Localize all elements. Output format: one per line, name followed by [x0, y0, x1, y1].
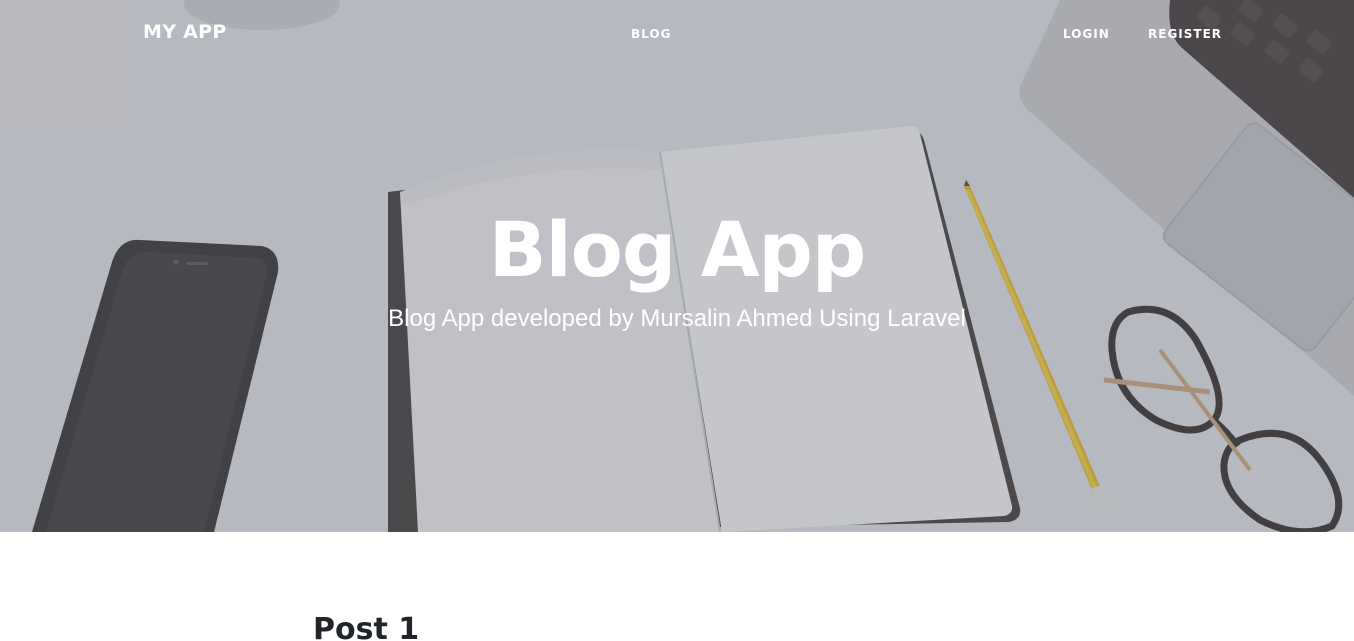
- nav-link-register[interactable]: REGISTER: [1148, 27, 1222, 41]
- nav-link-login[interactable]: LOGIN: [1063, 27, 1110, 41]
- brand-logo[interactable]: MY APP: [143, 21, 227, 43]
- navbar: MY APP BLOG LOGIN REGISTER: [0, 0, 1354, 66]
- post-list: Post 1: [0, 532, 1354, 641]
- post-title[interactable]: Post 1: [313, 612, 419, 641]
- hero-subtitle: Blog App developed by Mursalin Ahmed Usi…: [388, 305, 966, 332]
- masthead: MY APP BLOG LOGIN REGISTER Blog App Blog…: [0, 0, 1354, 532]
- hero-title: Blog App: [488, 205, 867, 294]
- hero-heading: Blog App Blog App developed by Mursalin …: [0, 200, 1354, 336]
- nav-link-blog[interactable]: BLOG: [631, 27, 671, 41]
